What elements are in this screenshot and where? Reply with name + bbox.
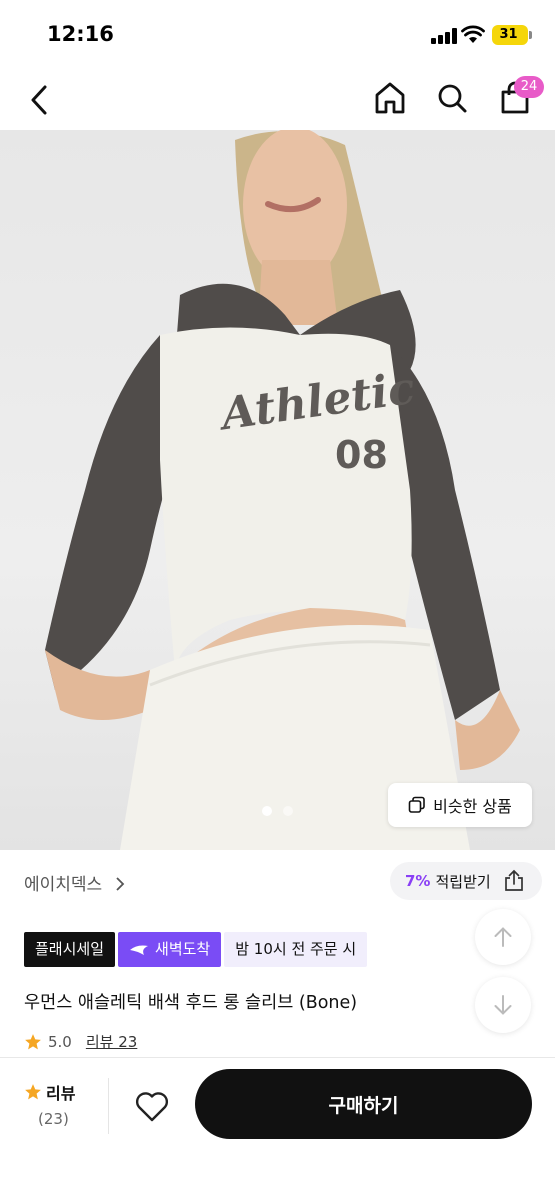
status-bar: 12:16 31 (0, 0, 555, 70)
share-icon[interactable] (502, 869, 526, 893)
brand-name: 에이치덱스 (24, 875, 103, 895)
bottom-review-label: 리뷰 (46, 1084, 76, 1103)
bottom-bar-separator (108, 1078, 109, 1134)
badge-row: 플래시세일 새벽도착 밤 10시 전 주문 시 (24, 932, 368, 967)
bottom-review-button[interactable]: 리뷰 (23) (24, 1080, 104, 1136)
shirt-print-number: 08 (335, 433, 388, 477)
dawn-delivery-label: 새벽도착 (155, 940, 211, 958)
scroll-top-button[interactable] (475, 909, 531, 965)
product-image[interactable]: Athletic 08 (0, 130, 555, 850)
arrow-down-icon (494, 995, 512, 1015)
delivery-bird-icon (130, 945, 149, 955)
bottom-bar-divider (0, 1057, 555, 1058)
bottom-review-count: (23) (38, 1110, 69, 1128)
reward-percent: 7% (405, 872, 431, 890)
heart-icon[interactable] (130, 1084, 174, 1128)
scroll-bottom-button[interactable] (475, 977, 531, 1033)
signal-icon (431, 28, 457, 44)
flash-sale-badge: 플래시세일 (24, 932, 116, 967)
similar-products-button[interactable]: 비슷한 상품 (388, 783, 532, 827)
product-title: 우먼스 애슬레틱 배색 후드 롱 슬리브 (Bone) (24, 993, 358, 1013)
status-time: 12:16 (47, 22, 114, 46)
cart-count-badge: 24 (514, 76, 544, 98)
chevron-right-icon (115, 877, 124, 891)
product-photo: Athletic 08 (45, 130, 520, 850)
review-link[interactable]: 리뷰 23 (86, 1031, 137, 1052)
battery-icon: 31 (492, 25, 528, 45)
rating-value: 5.0 (48, 1032, 72, 1051)
back-icon[interactable] (22, 82, 58, 118)
star-icon (25, 1033, 41, 1049)
home-icon[interactable] (372, 80, 408, 116)
dawn-delivery-badge: 새벽도착 (118, 932, 222, 967)
brand-link[interactable]: 에이치덱스 (24, 870, 126, 895)
reward-label: 적립받기 (435, 872, 491, 891)
star-icon (25, 1084, 41, 1100)
rating-row: 5.0 리뷰 23 (24, 1031, 137, 1052)
search-icon[interactable] (434, 80, 470, 116)
page-dot-2[interactable] (283, 806, 293, 816)
image-page-indicator (0, 806, 555, 818)
arrow-up-icon (494, 927, 512, 947)
battery-level: 31 (499, 27, 518, 42)
battery-cap (529, 31, 532, 39)
page-dot-1[interactable] (262, 806, 272, 816)
buy-button[interactable]: 구매하기 (195, 1069, 532, 1139)
reward-button[interactable]: 7% 적립받기 (390, 862, 542, 900)
top-nav-bar (0, 70, 555, 130)
order-deadline-badge: 밤 10시 전 주문 시 (224, 932, 368, 967)
wifi-icon (461, 25, 485, 43)
